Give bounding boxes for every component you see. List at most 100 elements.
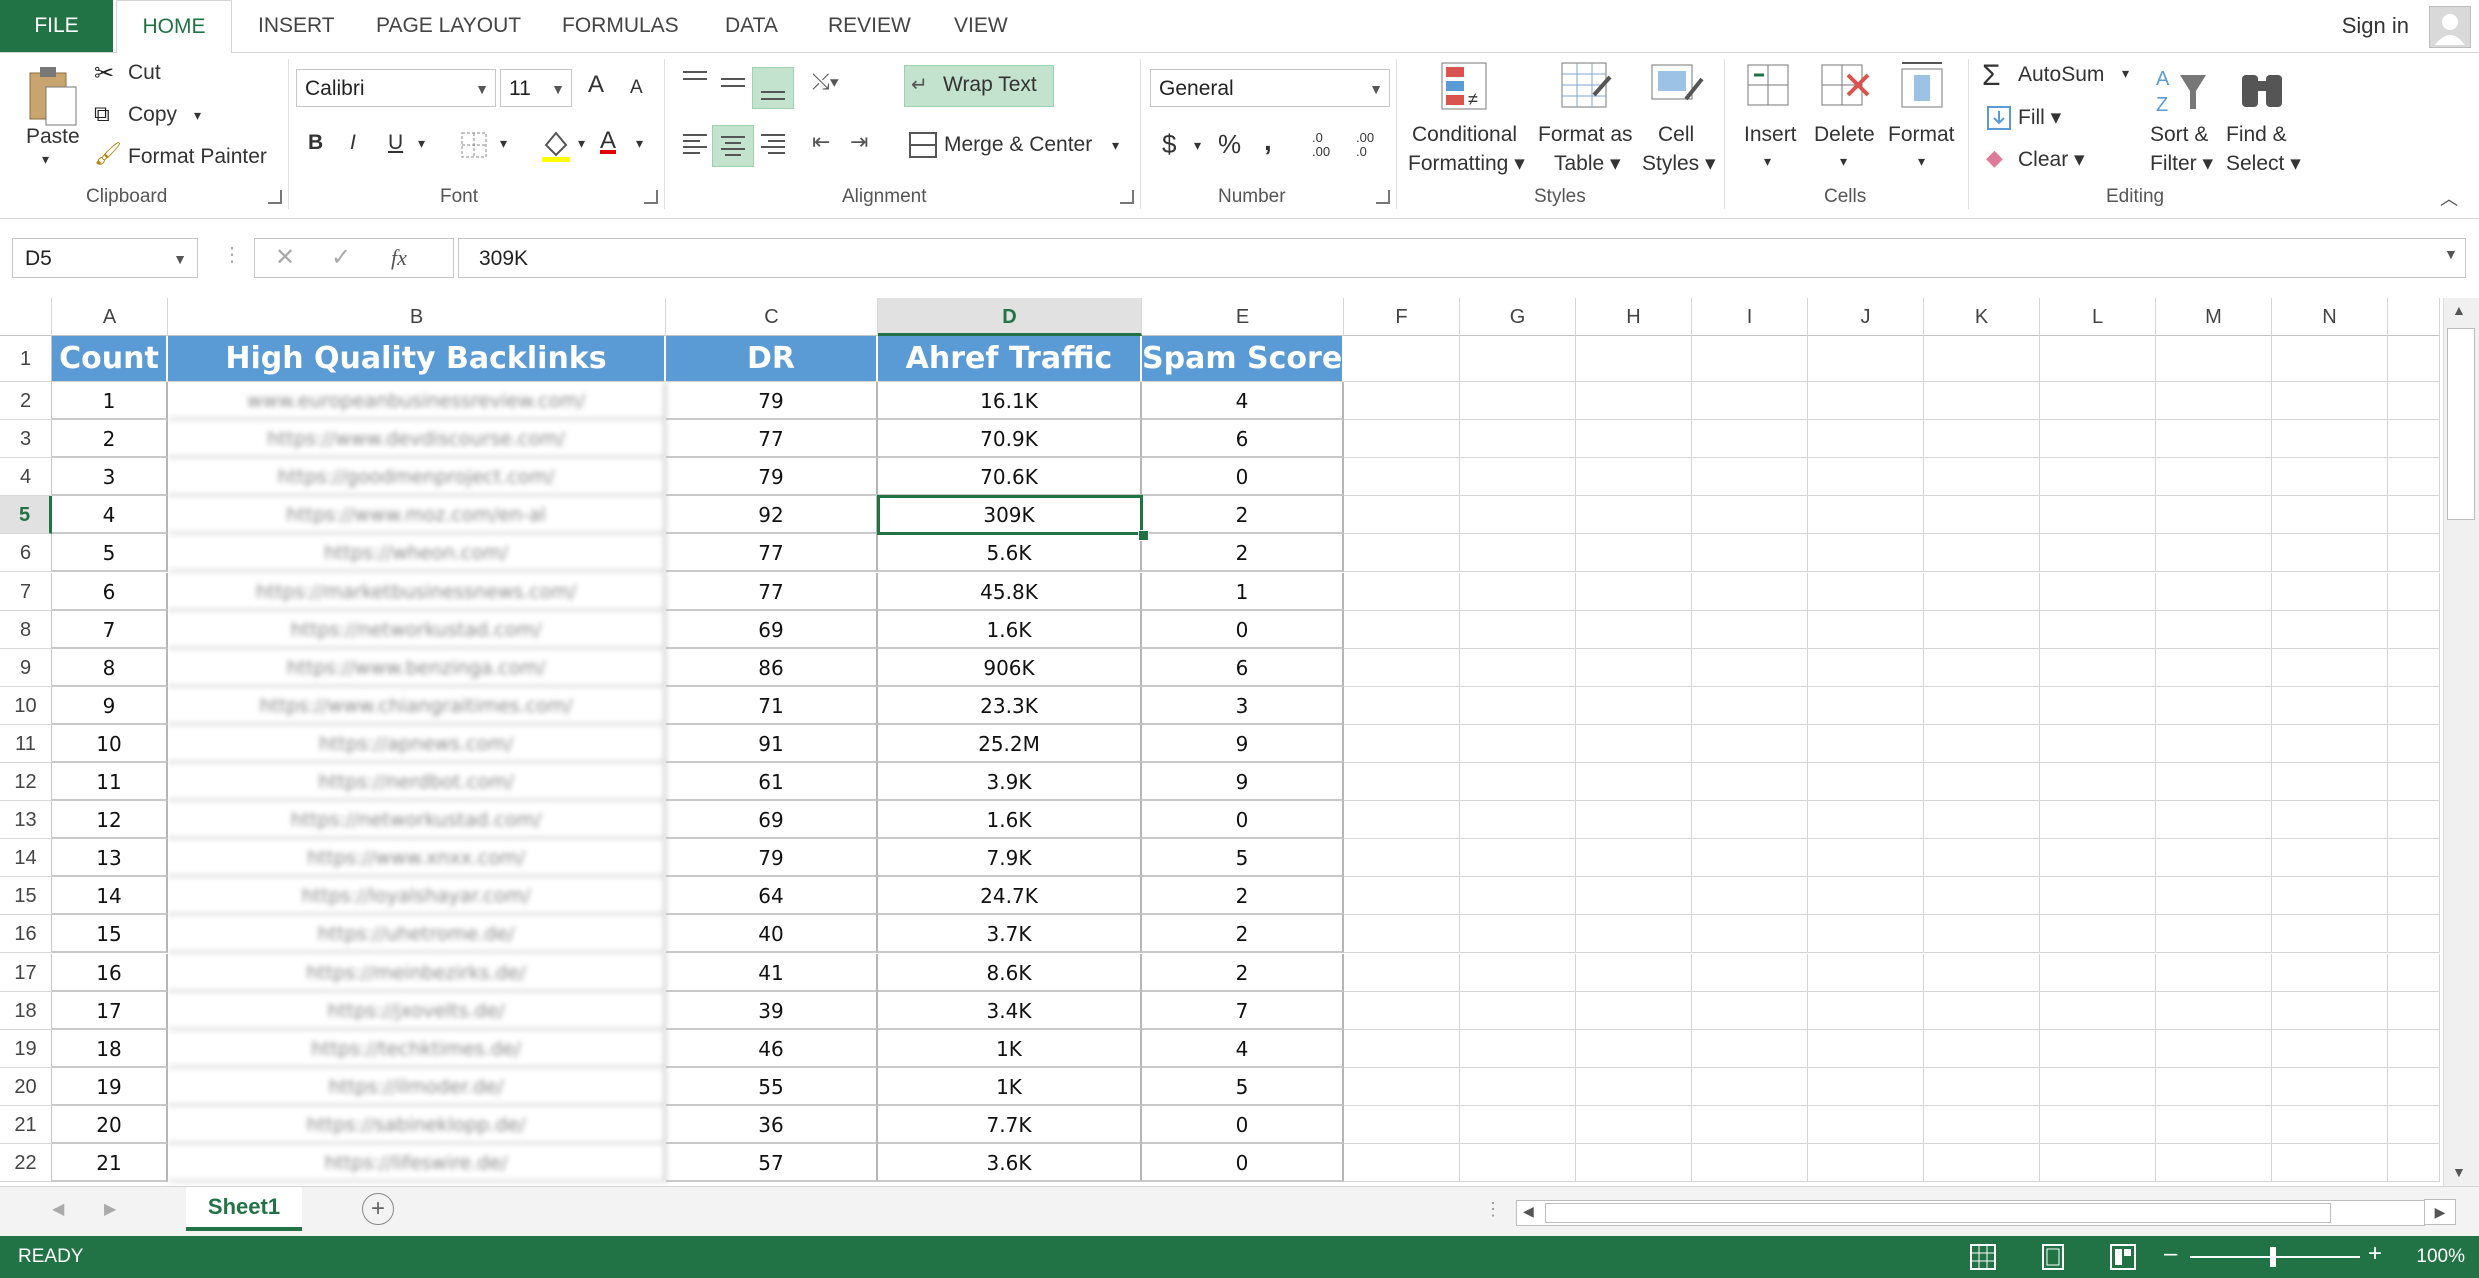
- horizontal-scrollbar[interactable]: ◀: [1516, 1200, 2425, 1226]
- empty-cell[interactable]: [2272, 1067, 2388, 1106]
- table-cell[interactable]: 2: [1142, 496, 1344, 535]
- backlink-url-cell[interactable]: https://sabineklopp.de/: [168, 1105, 666, 1144]
- font-color-dropdown-arrow[interactable]: ▾: [636, 135, 643, 152]
- row-header[interactable]: 17: [0, 953, 52, 992]
- empty-cell[interactable]: [2156, 839, 2272, 878]
- empty-cell[interactable]: [1344, 915, 1460, 954]
- empty-cell[interactable]: [2272, 382, 2388, 421]
- empty-cell[interactable]: [1692, 1029, 1808, 1068]
- enter-icon[interactable]: ✓: [331, 243, 351, 272]
- empty-cell[interactable]: [2156, 686, 2272, 725]
- table-cell[interactable]: 16.1K: [878, 382, 1142, 421]
- copy-button[interactable]: Copy: [128, 103, 177, 127]
- delete-dropdown-arrow[interactable]: ▾: [1840, 153, 1847, 170]
- empty-cell[interactable]: [1924, 763, 2040, 802]
- table-cell[interactable]: 7: [52, 610, 168, 649]
- table-cell[interactable]: 92: [666, 496, 878, 535]
- empty-cell[interactable]: [2272, 915, 2388, 954]
- row-header[interactable]: 4: [0, 458, 52, 497]
- empty-cell[interactable]: [2272, 686, 2388, 725]
- empty-cell[interactable]: [1460, 572, 1576, 611]
- scroll-left-arrow[interactable]: ◀: [1523, 1203, 1534, 1220]
- empty-cell[interactable]: [1344, 610, 1460, 649]
- row-header[interactable]: 12: [0, 763, 52, 802]
- empty-cell[interactable]: [1924, 572, 2040, 611]
- table-cell[interactable]: 12: [52, 801, 168, 840]
- top-align-icon[interactable]: [680, 67, 710, 102]
- normal-view-icon[interactable]: [1970, 1244, 1996, 1275]
- empty-cell[interactable]: [2156, 610, 2272, 649]
- format-cells-icon[interactable]: [1896, 57, 1948, 116]
- table-cell[interactable]: 86: [666, 648, 878, 687]
- table-cell[interactable]: 1: [52, 382, 168, 421]
- empty-cell[interactable]: [2156, 1144, 2272, 1183]
- backlink-url-cell[interactable]: https://meinbezirks.de/: [168, 953, 666, 992]
- column-header-c[interactable]: C: [666, 298, 878, 336]
- table-cell[interactable]: 7: [1142, 991, 1344, 1030]
- empty-cell[interactable]: [2156, 763, 2272, 802]
- empty-cell[interactable]: [2156, 877, 2272, 916]
- table-cell[interactable]: 3: [1142, 686, 1344, 725]
- paste-dropdown-arrow[interactable]: ▾: [42, 151, 49, 168]
- delete-cells-icon[interactable]: [1818, 61, 1874, 116]
- table-cell[interactable]: 3: [52, 458, 168, 497]
- table-cell[interactable]: 79: [666, 458, 878, 497]
- empty-cell[interactable]: [2388, 420, 2440, 459]
- table-cell[interactable]: 61: [666, 763, 878, 802]
- empty-cell[interactable]: [2156, 1105, 2272, 1144]
- table-cell[interactable]: 8.6K: [878, 953, 1142, 992]
- empty-cell[interactable]: [1460, 1144, 1576, 1183]
- autosum-button[interactable]: AutoSum: [2018, 63, 2104, 87]
- table-cell[interactable]: 36: [666, 1105, 878, 1144]
- empty-cell[interactable]: [2156, 991, 2272, 1030]
- empty-cell[interactable]: [2388, 763, 2440, 802]
- table-cell[interactable]: 41: [666, 953, 878, 992]
- borders-dropdown-arrow[interactable]: ▾: [500, 135, 507, 152]
- wrap-text-button[interactable]: ↵ Wrap Text: [904, 65, 1054, 107]
- empty-cell[interactable]: [2388, 915, 2440, 954]
- backlink-url-cell[interactable]: https://www.devdiscourse.com/: [168, 420, 666, 459]
- empty-cell[interactable]: [1808, 915, 1924, 954]
- empty-cell[interactable]: [1924, 534, 2040, 573]
- table-cell[interactable]: 5.6K: [878, 534, 1142, 573]
- empty-cell[interactable]: [1924, 991, 2040, 1030]
- row-header[interactable]: 6: [0, 534, 52, 573]
- empty-cell[interactable]: [1692, 953, 1808, 992]
- empty-cell[interactable]: [2040, 877, 2156, 916]
- empty-cell[interactable]: [1576, 991, 1692, 1030]
- empty-cell[interactable]: [1808, 1029, 1924, 1068]
- table-header-cell[interactable]: DR: [666, 336, 878, 382]
- table-cell[interactable]: 3.4K: [878, 991, 1142, 1030]
- table-cell[interactable]: 23.3K: [878, 686, 1142, 725]
- empty-cell[interactable]: [1924, 686, 2040, 725]
- table-cell[interactable]: 9: [52, 686, 168, 725]
- shrink-font-button[interactable]: A: [630, 77, 643, 99]
- column-header-e[interactable]: E: [1142, 298, 1344, 336]
- decrease-decimal-button[interactable]: .00 .0: [1356, 131, 1386, 159]
- table-cell[interactable]: 11: [52, 763, 168, 802]
- worksheet-grid[interactable]: A B C D E F G H I J K L M N 1 2 3 4 5 6 7 8 9 10 11 12 13 14 15 16 17 1…: [0, 298, 2440, 1186]
- insert-cells-icon[interactable]: [1744, 61, 1794, 116]
- empty-cell[interactable]: [1344, 1029, 1460, 1068]
- bottom-align-icon[interactable]: [752, 67, 794, 109]
- empty-cell[interactable]: [1576, 915, 1692, 954]
- empty-cell[interactable]: [1808, 420, 1924, 459]
- table-cell[interactable]: 906K: [878, 648, 1142, 687]
- currency-dropdown-arrow[interactable]: ▾: [1194, 137, 1201, 154]
- empty-cell[interactable]: [1344, 336, 1460, 382]
- table-cell[interactable]: 46: [666, 1029, 878, 1068]
- table-cell[interactable]: 24.7K: [878, 877, 1142, 916]
- table-cell[interactable]: 13: [52, 839, 168, 878]
- scroll-right-arrow[interactable]: ▶: [2424, 1199, 2456, 1225]
- empty-cell[interactable]: [2040, 839, 2156, 878]
- empty-cell[interactable]: [1808, 496, 1924, 535]
- bold-button[interactable]: B: [308, 131, 323, 155]
- empty-cell[interactable]: [2388, 1067, 2440, 1106]
- tab-formulas[interactable]: FORMULAS: [562, 0, 679, 52]
- fill-color-icon[interactable]: [540, 129, 572, 168]
- column-header-k[interactable]: K: [1924, 298, 2040, 336]
- empty-cell[interactable]: [1460, 915, 1576, 954]
- empty-cell[interactable]: [1808, 458, 1924, 497]
- tab-file[interactable]: FILE: [0, 0, 113, 52]
- zoom-slider-thumb[interactable]: [2270, 1247, 2276, 1267]
